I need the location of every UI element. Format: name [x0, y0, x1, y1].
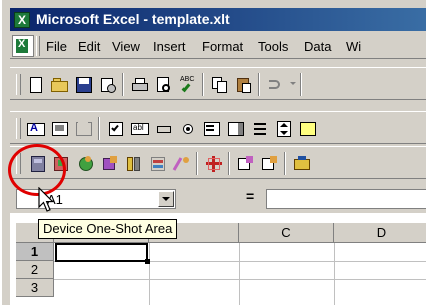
spinner-icon[interactable] — [274, 119, 294, 139]
menu-edit[interactable]: Edit — [78, 39, 100, 54]
list-box-icon[interactable] — [202, 119, 222, 139]
formula-equals-label[interactable]: = — [246, 188, 254, 204]
device-icon-11[interactable] — [292, 154, 312, 174]
option-button-icon[interactable] — [178, 119, 198, 139]
menu-insert[interactable]: Insert — [153, 39, 186, 54]
button-icon[interactable] — [154, 119, 174, 139]
permission-icon[interactable] — [98, 75, 118, 95]
grid-line — [54, 279, 426, 280]
grid-line — [239, 243, 240, 305]
undo-icon[interactable] — [266, 75, 286, 95]
toolbar-separator — [202, 73, 204, 96]
label-icon[interactable]: A — [26, 119, 46, 139]
paste-icon[interactable] — [234, 75, 254, 95]
edit-box-icon-2[interactable]: abl — [130, 119, 150, 139]
print-preview-icon[interactable] — [154, 75, 174, 95]
tooltip: Device One-Shot Area — [38, 219, 178, 239]
column-header-d[interactable]: D — [334, 223, 426, 243]
undo-dropdown-icon[interactable] — [290, 82, 296, 85]
device-icon-3[interactable] — [76, 154, 96, 174]
grid-line — [334, 243, 335, 305]
device-icon-4[interactable] — [100, 154, 120, 174]
highlight-circle — [8, 144, 66, 196]
edit-box-icon[interactable] — [50, 119, 70, 139]
title-bar[interactable]: Microsoft Excel - template.xlt — [10, 8, 426, 31]
group-box-icon[interactable] — [74, 119, 94, 139]
excel-window: Microsoft Excel - template.xlt File Edit… — [0, 0, 426, 305]
fill-handle[interactable] — [145, 259, 150, 264]
control-icon[interactable] — [298, 119, 318, 139]
window-title: Microsoft Excel - template.xlt — [36, 11, 230, 27]
device-icon-7[interactable] — [172, 154, 192, 174]
menu-tools[interactable]: Tools — [258, 39, 288, 54]
menu-window[interactable]: Wi — [346, 39, 361, 54]
excel-app-icon[interactable] — [14, 12, 30, 28]
toolbar-separator — [300, 73, 302, 96]
combo-box-icon[interactable] — [226, 119, 246, 139]
checkbox-icon[interactable] — [106, 119, 126, 139]
mouse-pointer-icon — [38, 187, 54, 212]
row-header-1[interactable]: 1 — [16, 243, 54, 261]
device-icon-5[interactable] — [124, 154, 144, 174]
grid-line — [149, 243, 150, 305]
scroll-bar-icon[interactable] — [250, 119, 270, 139]
workbook-icon[interactable] — [12, 35, 34, 57]
copy-icon[interactable] — [210, 75, 230, 95]
save-icon[interactable] — [74, 75, 94, 95]
row-header-3[interactable]: 3 — [16, 279, 54, 297]
spelling-icon[interactable]: ABC — [178, 75, 198, 95]
toolbar-separator — [284, 152, 286, 175]
active-cell-a1[interactable] — [55, 243, 148, 262]
name-box-dropdown-icon[interactable] — [158, 191, 174, 207]
formula-bar: A1 = — [10, 185, 426, 213]
toolbar-grip[interactable] — [16, 74, 21, 95]
open-icon[interactable] — [50, 75, 70, 95]
new-icon[interactable] — [26, 75, 46, 95]
toolbar-separator — [258, 73, 260, 96]
standard-toolbar: ABC — [10, 67, 426, 100]
menu-view[interactable]: View — [112, 39, 140, 54]
column-header-c[interactable]: C — [239, 223, 334, 243]
device-icon-8[interactable] — [204, 154, 224, 174]
menu-grip[interactable] — [36, 36, 40, 56]
device-icon-10[interactable] — [260, 154, 280, 174]
menu-bar: File Edit View Insert Format Tools Data … — [10, 33, 426, 59]
menu-data[interactable]: Data — [304, 39, 331, 54]
print-icon[interactable] — [130, 75, 150, 95]
toolbar-separator — [98, 117, 100, 140]
menu-format[interactable]: Format — [202, 39, 243, 54]
device-toolbar — [10, 146, 426, 179]
toolbar-grip[interactable] — [16, 118, 21, 139]
formula-input[interactable] — [266, 189, 426, 209]
toolbar-separator — [196, 152, 198, 175]
menu-file[interactable]: File — [46, 39, 67, 54]
forms-toolbar: A abl — [10, 111, 426, 144]
toolbar-separator — [122, 73, 124, 96]
row-header-2[interactable]: 2 — [16, 261, 54, 279]
toolbar-separator — [228, 152, 230, 175]
device-icon-9[interactable] — [236, 154, 256, 174]
device-icon-6[interactable] — [148, 154, 168, 174]
